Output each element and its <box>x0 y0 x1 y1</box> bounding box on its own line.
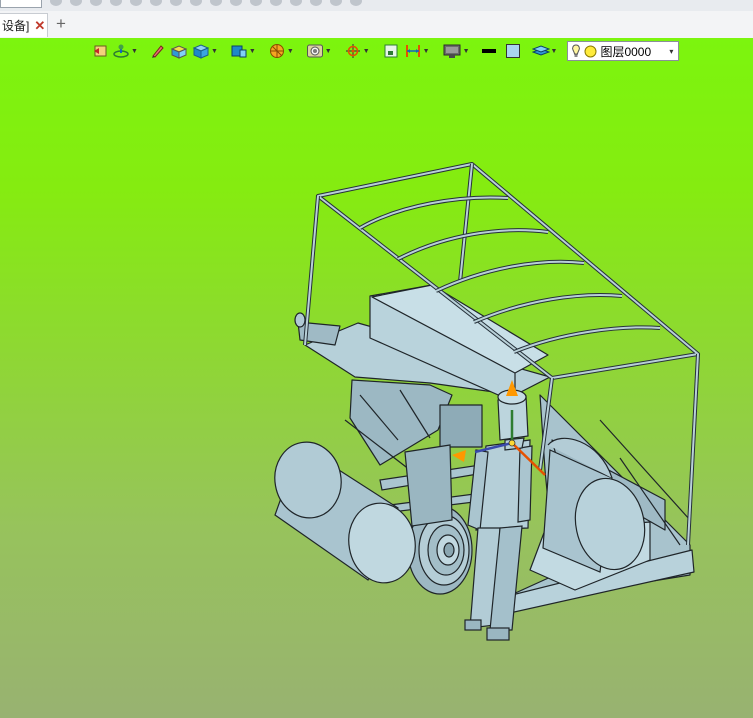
document-tab-label: 设备] <box>2 19 30 33</box>
3d-viewport[interactable]: ▼ ▼ ▼ ▼ ▼ ▼ ▼ ▼ ▼ 图层0000 ▾ <box>0 38 753 718</box>
ribbon-icon[interactable] <box>150 0 162 6</box>
ribbon-combo[interactable] <box>0 0 42 8</box>
document-tab-bar: 设备] ✕ + <box>0 11 753 39</box>
ribbon-icon[interactable] <box>250 0 262 6</box>
ribbon-icon[interactable] <box>310 0 322 6</box>
front-tank <box>274 441 416 584</box>
rear-tank <box>542 437 646 573</box>
ribbon-icon[interactable] <box>330 0 342 6</box>
ribbon-icon[interactable] <box>270 0 282 6</box>
ribbon-icon[interactable] <box>230 0 242 6</box>
document-tab[interactable]: 设备] ✕ <box>0 13 48 37</box>
ribbon-icon[interactable] <box>50 0 62 6</box>
ribbon-icon[interactable] <box>190 0 202 6</box>
ribbon-icon[interactable] <box>170 0 182 6</box>
ribbon-icon[interactable] <box>90 0 102 6</box>
ribbon-icon[interactable] <box>130 0 142 6</box>
ribbon-icons <box>50 0 362 6</box>
ribbon-icon[interactable] <box>350 0 362 6</box>
ribbon-icon[interactable] <box>110 0 122 6</box>
close-tab-icon[interactable]: ✕ <box>34 19 45 32</box>
ribbon-icon[interactable] <box>70 0 82 6</box>
new-tab-button[interactable]: + <box>56 14 66 34</box>
vehicle-3d-model[interactable] <box>0 38 753 718</box>
ribbon-icon[interactable] <box>210 0 222 6</box>
ribbon-icon[interactable] <box>290 0 302 6</box>
